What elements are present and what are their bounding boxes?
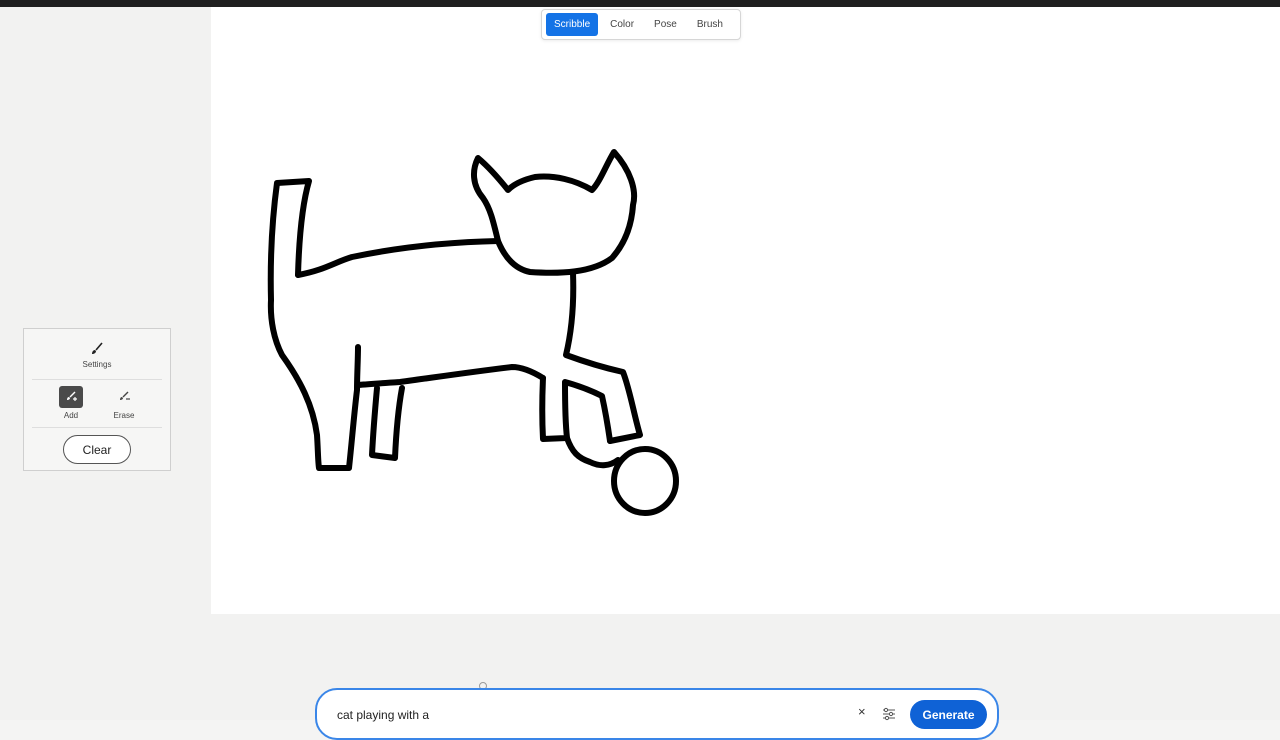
tab-brush[interactable]: Brush [689,13,731,36]
erase-label: Erase [113,411,135,420]
add-tool-button[interactable]: Add [51,386,91,420]
settings-label: Settings [82,360,112,369]
brush-tool-panel: Settings Add Erase Clear [23,328,171,471]
erase-tool-button[interactable]: Erase [104,386,144,420]
prompt-bar: × Generate [315,688,999,740]
add-tool-icon-box [59,386,83,408]
brush-icon [92,342,103,354]
tab-pose[interactable]: Pose [646,13,685,36]
mode-toolbar: Scribble Color Pose Brush [541,9,741,40]
brush-erase-icon [120,391,130,400]
close-icon[interactable]: × [858,704,866,719]
brush-add-icon [67,391,77,401]
sliders-icon[interactable] [882,707,896,721]
generate-button[interactable]: Generate [910,700,987,729]
window-top-bar [0,0,1280,7]
tab-color[interactable]: Color [602,13,642,36]
panel-divider [32,427,162,428]
tab-scribble[interactable]: Scribble [546,13,599,36]
brush-settings-button[interactable]: Settings [24,337,170,377]
erase-tool-icon-box [112,386,136,408]
clear-button[interactable]: Clear [63,435,131,464]
prompt-input[interactable] [337,706,837,724]
drawing-canvas[interactable] [211,7,1280,614]
add-label: Add [63,411,79,420]
panel-divider [32,379,162,380]
